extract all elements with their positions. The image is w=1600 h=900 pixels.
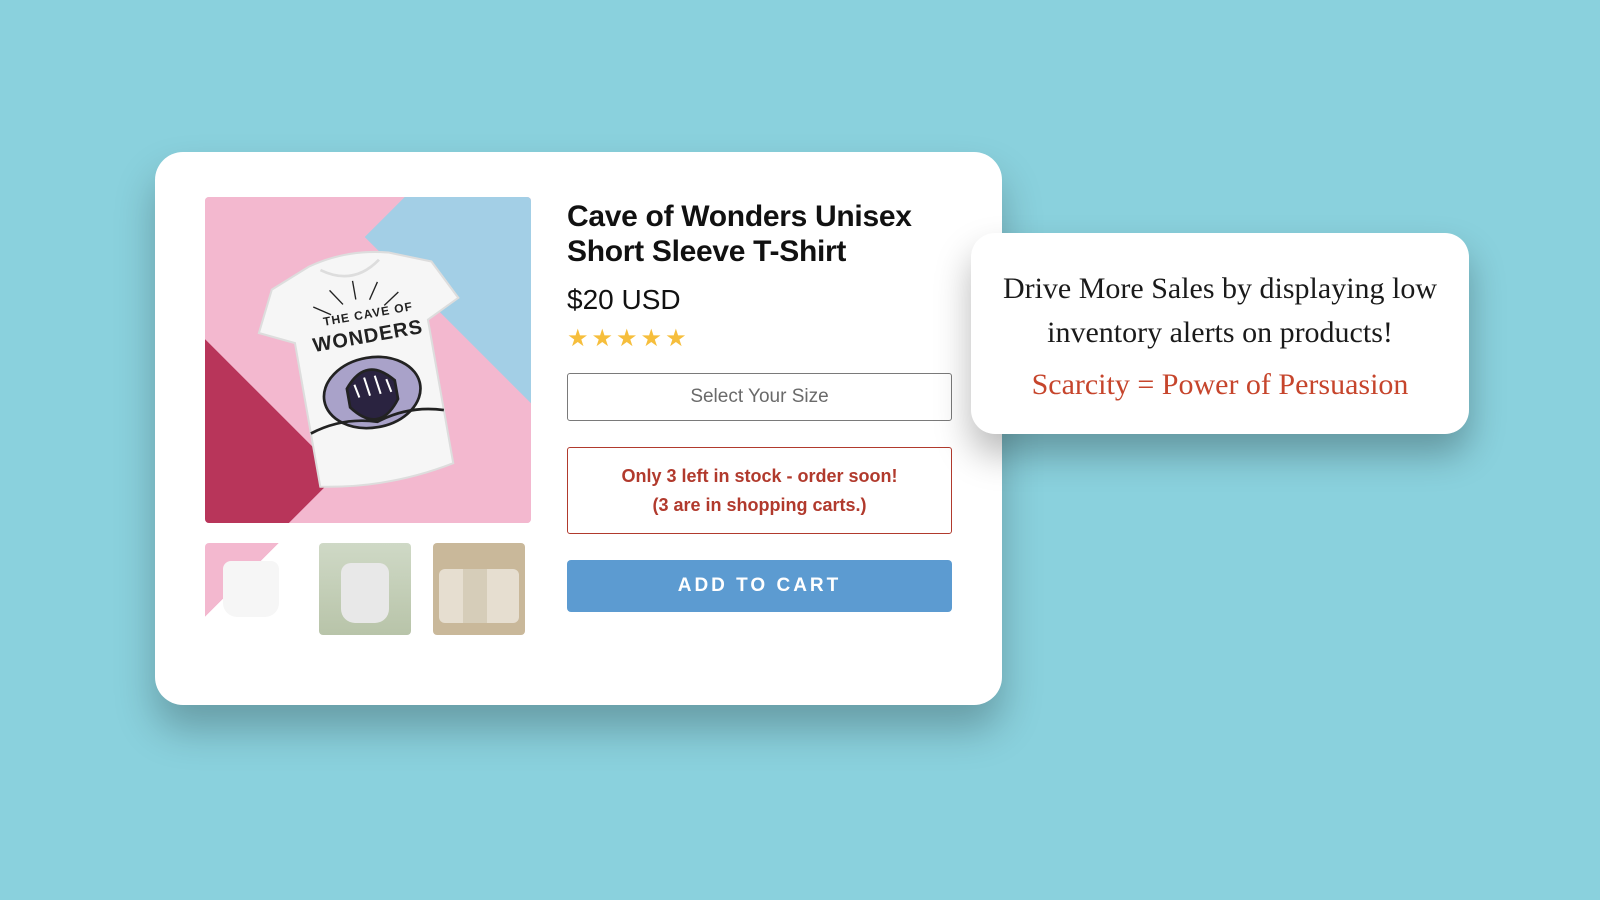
marketing-callout: Drive More Sales by displaying low inven… xyxy=(971,233,1469,434)
stock-alert-line1: Only 3 left in stock - order soon! xyxy=(578,462,941,491)
add-to-cart-button[interactable]: ADD TO CART xyxy=(567,560,952,612)
product-thumbnail-2[interactable] xyxy=(319,543,411,635)
product-title: Cave of Wonders Unisex Short Sleeve T-Sh… xyxy=(567,199,952,270)
callout-line2: Scarcity = Power of Persuasion xyxy=(1001,368,1439,402)
product-thumbnail-1[interactable] xyxy=(205,543,297,635)
product-main-image[interactable]: THE CAVE OF WONDERS xyxy=(205,197,531,523)
stock-alert-line2: (3 are in shopping carts.) xyxy=(578,491,941,520)
product-gallery: THE CAVE OF WONDERS xyxy=(205,197,531,660)
product-price: $20 USD xyxy=(567,284,952,316)
product-thumbnails xyxy=(205,543,531,635)
product-details: Cave of Wonders Unisex Short Sleeve T-Sh… xyxy=(567,197,952,660)
callout-line1: Drive More Sales by displaying low inven… xyxy=(1001,267,1439,354)
size-select-button[interactable]: Select Your Size xyxy=(567,373,952,421)
tshirt-graphic xyxy=(212,212,525,523)
rating-stars: ★★★★★ xyxy=(567,324,952,353)
product-thumbnail-3[interactable] xyxy=(433,543,525,635)
product-card: THE CAVE OF WONDERS Cave of Wonders Unis… xyxy=(155,152,1002,705)
low-stock-alert: Only 3 left in stock - order soon! (3 ar… xyxy=(567,447,952,535)
